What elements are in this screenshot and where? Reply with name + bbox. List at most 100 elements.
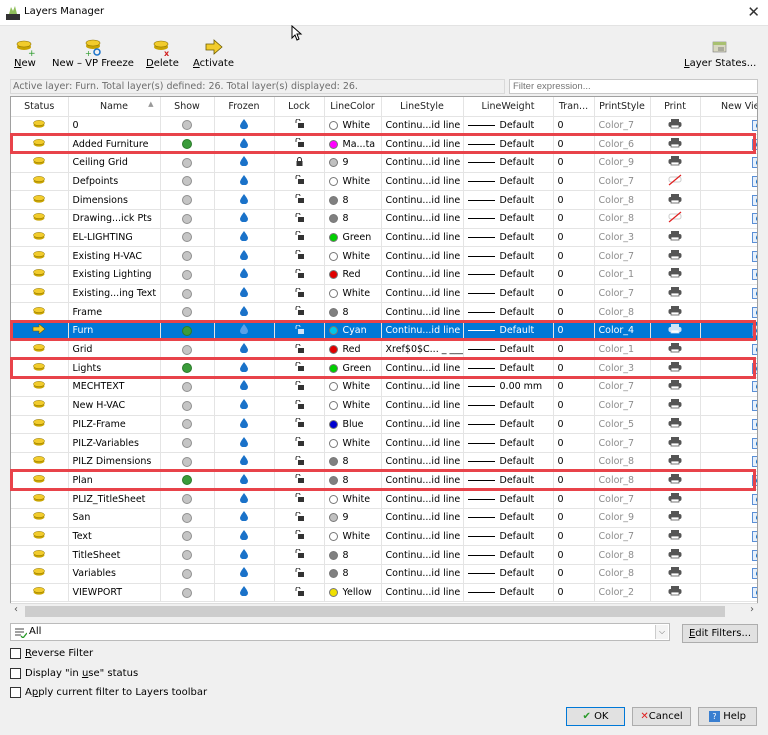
print-toggle[interactable] [650,415,701,435]
frozen-toggle[interactable] [214,302,275,323]
lock-toggle[interactable] [274,545,325,565]
transparency-cell[interactable]: 0 [553,583,595,603]
frozen-toggle[interactable] [214,358,275,379]
status-cell[interactable] [11,377,69,397]
line-weight-cell[interactable]: Default [463,302,554,323]
print-style-cell[interactable]: Color_4 [594,321,651,341]
line-weight-cell[interactable]: Default [463,415,554,435]
col-header-printstyle[interactable]: PrintStyle [594,97,651,117]
line-weight-cell[interactable]: Default [463,153,554,173]
show-toggle[interactable] [160,471,215,491]
layer-row[interactable]: Frame 8 Continu...id line Default 0 Color_8 [11,302,757,323]
show-toggle[interactable] [160,377,215,397]
lock-toggle[interactable] [274,134,325,154]
show-toggle[interactable] [160,564,215,584]
transparency-cell[interactable]: 0 [553,489,595,509]
layer-name-cell[interactable]: Existing...ing Text [68,284,161,304]
frozen-toggle[interactable] [214,209,275,229]
status-cell[interactable] [11,209,69,229]
transparency-cell[interactable]: 0 [553,302,595,323]
line-color-cell[interactable]: White [324,284,382,304]
print-toggle[interactable] [650,153,701,173]
line-style-cell[interactable]: Continu...id line [381,153,464,173]
status-cell[interactable] [11,153,69,173]
line-weight-cell[interactable]: Default [463,545,554,565]
line-style-cell[interactable]: Continu...id line [381,209,464,229]
transparency-cell[interactable]: 0 [553,433,595,453]
print-style-cell[interactable]: Color_7 [594,396,651,416]
status-cell[interactable] [11,321,69,341]
chevron-down-icon[interactable]: ⌵ [655,625,668,639]
line-weight-cell[interactable]: Default [463,340,554,360]
line-color-cell[interactable]: Red [324,340,382,360]
print-style-cell[interactable]: Color_7 [594,246,651,266]
show-toggle[interactable] [160,358,215,379]
print-style-cell[interactable]: Color_7 [594,284,651,304]
lock-toggle[interactable] [274,321,325,341]
print-style-cell[interactable]: Color_7 [594,489,651,509]
print-toggle[interactable] [650,489,701,509]
print-style-cell[interactable]: Color_7 [594,172,651,192]
col-header-print[interactable]: Print [650,97,701,117]
line-style-cell[interactable]: Continu...id line [381,284,464,304]
layer-row[interactable]: Grid Red Xref$0$C... _ ___ _ Default 0 Color_… [11,340,757,360]
new-viewport-freeze-toggle[interactable] [700,415,757,435]
col-header-show[interactable]: Show [160,97,215,117]
lock-toggle[interactable] [274,564,325,584]
frozen-toggle[interactable] [214,153,275,173]
status-cell[interactable] [11,172,69,192]
transparency-cell[interactable]: 0 [553,527,595,547]
frozen-toggle[interactable] [214,545,275,565]
print-style-cell[interactable]: Color_9 [594,153,651,173]
print-style-cell[interactable]: Color_7 [594,527,651,547]
new-layer-button[interactable]: + New [14,38,36,69]
layer-row[interactable]: Dimensions 8 Continu...id line Default 0 Colo… [11,190,757,210]
line-weight-cell[interactable]: Default [463,209,554,229]
line-style-cell[interactable]: Continu...id line [381,190,464,210]
line-color-cell[interactable]: White [324,396,382,416]
layer-row[interactable]: Existing...ing Text White Continu...id lin… [11,284,757,304]
new-viewport-freeze-toggle[interactable] [700,583,757,603]
show-toggle[interactable] [160,172,215,192]
layer-name-cell[interactable]: PLIZ_TitleSheet [68,489,161,509]
lock-toggle[interactable] [274,284,325,304]
frozen-toggle[interactable] [214,190,275,210]
print-toggle[interactable] [650,134,701,154]
line-weight-cell[interactable]: Default [463,134,554,154]
print-style-cell[interactable]: Color_5 [594,415,651,435]
col-header-linestyle[interactable]: LineStyle [381,97,464,117]
frozen-toggle[interactable] [214,284,275,304]
print-toggle[interactable] [650,358,701,379]
layer-name-cell[interactable]: Existing Lighting [68,265,161,285]
frozen-toggle[interactable] [214,377,275,397]
status-cell[interactable] [11,134,69,154]
print-toggle[interactable] [650,452,701,472]
line-weight-cell[interactable]: Default [463,471,554,491]
print-style-cell[interactable]: Color_8 [594,564,651,584]
status-cell[interactable] [11,265,69,285]
line-color-cell[interactable]: Yellow [324,583,382,603]
new-viewport-freeze-toggle[interactable] [700,321,757,341]
line-color-cell[interactable]: Red [324,265,382,285]
status-cell[interactable] [11,452,69,472]
status-cell[interactable] [11,116,69,136]
print-style-cell[interactable]: Color_1 [594,340,651,360]
line-weight-cell[interactable]: Default [463,508,554,528]
line-color-cell[interactable]: 8 [324,471,382,491]
scroll-left-icon[interactable]: ‹ [14,604,18,615]
transparency-cell[interactable]: 0 [553,134,595,154]
line-color-cell[interactable]: White [324,377,382,397]
new-viewport-freeze-toggle[interactable] [700,265,757,285]
status-cell[interactable] [11,564,69,584]
line-weight-cell[interactable]: Default [463,489,554,509]
status-cell[interactable] [11,396,69,416]
layer-name-cell[interactable]: Variables [68,564,161,584]
status-cell[interactable] [11,471,69,491]
layer-name-cell[interactable]: New H-VAC [68,396,161,416]
col-header-status[interactable]: Status [11,97,69,117]
line-style-cell[interactable]: Xref$0$C... _ ___ _ [381,340,464,360]
frozen-toggle[interactable] [214,433,275,453]
layer-row[interactable]: Variables 8 Continu...id line Default 0 Color… [11,564,757,584]
print-style-cell[interactable]: Color_2 [594,583,651,603]
col-header-lineweight[interactable]: LineWeight [463,97,554,117]
